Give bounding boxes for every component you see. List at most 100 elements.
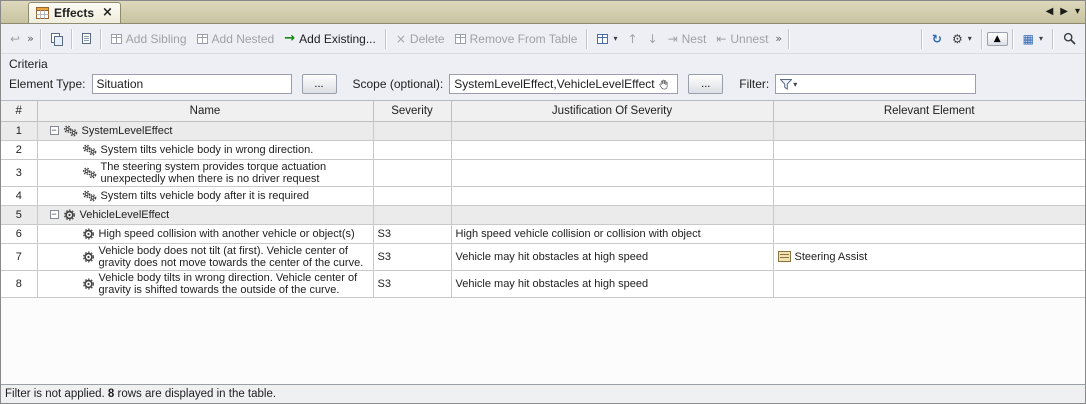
search-icon	[1063, 32, 1076, 45]
delete-label: Delete	[410, 32, 445, 46]
add-sibling-button[interactable]: Add Sibling	[106, 30, 192, 48]
relevant-element-cell[interactable]: Steering Assist	[773, 243, 1085, 270]
name-cell[interactable]: High speed collision with another vehicl…	[37, 224, 373, 243]
justification-cell[interactable]: Vehicle may hit obstacles at high speed	[451, 270, 773, 297]
system-effect-icon	[82, 190, 97, 202]
document-button[interactable]	[77, 31, 96, 46]
remove-from-table-icon	[455, 34, 466, 44]
move-down-button[interactable]: ↓	[643, 30, 663, 48]
toolbar-separator	[921, 29, 923, 49]
tab-close-icon[interactable]: ×	[102, 8, 113, 18]
justification-cell[interactable]	[451, 140, 773, 159]
column-header-name[interactable]: Name	[37, 101, 373, 121]
table-row[interactable]: 6High speed collision with another vehic…	[1, 224, 1085, 243]
move-up-button[interactable]: ↑	[622, 30, 642, 48]
name-cell[interactable]: −VehicleLevelEffect	[37, 205, 373, 224]
chevron-down-icon: ▾	[1039, 34, 1043, 43]
filter-dropdown-icon[interactable]: ▾	[793, 80, 797, 89]
justification-cell[interactable]	[451, 121, 773, 140]
justification-cell[interactable]	[451, 205, 773, 224]
relevant-element-cell[interactable]	[773, 186, 1085, 205]
scope-browse-button[interactable]: ...	[688, 74, 723, 94]
severity-cell[interactable]	[373, 186, 451, 205]
next-tab-icon[interactable]: ▶	[1060, 6, 1068, 17]
show-columns-button[interactable]: ▾	[592, 32, 622, 46]
filter-input[interactable]: ▾	[775, 74, 976, 94]
justification-cell[interactable]: High speed vehicle collision or collisio…	[451, 224, 773, 243]
copy-button[interactable]	[46, 31, 67, 47]
justification-cell[interactable]: Vehicle may hit obstacles at high speed	[451, 243, 773, 270]
severity-cell[interactable]	[373, 159, 451, 186]
element-type-input[interactable]: Situation	[92, 74, 292, 94]
relevant-element-cell[interactable]	[773, 224, 1085, 243]
table-row[interactable]: 1−SystemLevelEffect	[1, 121, 1085, 140]
options-gear-button[interactable]: ⚙ ▾	[947, 30, 977, 48]
severity-cell[interactable]	[373, 140, 451, 159]
vehicle-effect-icon	[63, 209, 76, 221]
relevant-element-name: Steering Assist	[795, 251, 868, 263]
toolbar-separator	[1052, 29, 1054, 49]
add-existing-button[interactable]: → Add Existing...	[279, 30, 381, 48]
severity-cell[interactable]: S3	[373, 224, 451, 243]
row-number: 3	[1, 159, 37, 186]
status-bar: Filter is not applied. 8 rows are displa…	[1, 384, 1085, 403]
table-view-button[interactable]: ▦ ▾	[1018, 30, 1048, 48]
tab-effects[interactable]: Effects ×	[28, 2, 121, 23]
nest-button[interactable]: ⇥ Nest	[663, 30, 712, 48]
table-row[interactable]: 7Vehicle body does not tilt (at first). …	[1, 243, 1085, 270]
relevant-element-cell[interactable]	[773, 205, 1085, 224]
effects-table: # Name Severity Justification Of Severit…	[1, 101, 1085, 298]
name-cell[interactable]: Vehicle body does not tilt (at first). V…	[37, 243, 373, 270]
scope-input[interactable]: SystemLevelEffect,VehicleLevelEffect	[449, 74, 678, 94]
name-cell[interactable]: System tilts vehicle body after it is re…	[37, 186, 373, 205]
unnest-button[interactable]: ⇤ Unnest	[711, 30, 773, 48]
relevant-element-cell[interactable]	[773, 270, 1085, 297]
toolbar-overflow-icon[interactable]: »	[773, 32, 784, 45]
table-row[interactable]: 8Vehicle body tilts in wrong direction. …	[1, 270, 1085, 297]
toolbar-overflow-icon[interactable]: »	[25, 32, 36, 45]
relevant-element-cell[interactable]	[773, 159, 1085, 186]
collapse-criteria-button[interactable]: ▲	[987, 32, 1008, 46]
previous-tab-icon[interactable]: ◀	[1046, 6, 1054, 17]
tab-list-icon[interactable]: ▾	[1075, 6, 1080, 17]
delete-icon: ×	[396, 32, 406, 46]
remove-from-table-button[interactable]: Remove From Table	[450, 30, 583, 48]
refresh-button[interactable]: ↻	[927, 30, 947, 48]
severity-cell[interactable]: S3	[373, 243, 451, 270]
element-type-browse-button[interactable]: ...	[302, 74, 337, 94]
table-row[interactable]: 4System tilts vehicle body after it is r…	[1, 186, 1085, 205]
relevant-element-cell[interactable]	[773, 140, 1085, 159]
table-row[interactable]: 5−VehicleLevelEffect	[1, 205, 1085, 224]
column-header-relevant-element[interactable]: Relevant Element	[773, 101, 1085, 121]
delete-button[interactable]: × Delete	[391, 30, 450, 48]
add-nested-button[interactable]: Add Nested	[192, 30, 280, 48]
collapse-icon[interactable]: −	[50, 210, 59, 219]
nest-label: Nest	[682, 32, 707, 46]
element-type-label: Element Type:	[9, 77, 86, 91]
name-cell[interactable]: System tilts vehicle body in wrong direc…	[37, 140, 373, 159]
column-header-number[interactable]: #	[1, 101, 37, 121]
element-name: The steering system provides torque actu…	[101, 161, 369, 185]
grid-icon: ▦	[1023, 32, 1034, 46]
justification-cell[interactable]	[451, 159, 773, 186]
table-row[interactable]: 3 The steering system provides torque act…	[1, 159, 1085, 186]
chevron-down-icon: ▾	[613, 34, 617, 43]
element-name: SystemLevelEffect	[82, 125, 173, 137]
severity-cell[interactable]: S3	[373, 270, 451, 297]
name-cell[interactable]: Vehicle body tilts in wrong direction. V…	[37, 270, 373, 297]
collapse-icon[interactable]: −	[50, 126, 59, 135]
name-cell[interactable]: − SystemLevelEffect	[37, 121, 373, 140]
justification-cell[interactable]	[451, 186, 773, 205]
search-button[interactable]	[1058, 30, 1081, 47]
severity-cell[interactable]	[373, 121, 451, 140]
column-header-severity[interactable]: Severity	[373, 101, 451, 121]
filter-funnel-icon[interactable]	[780, 79, 792, 90]
table-row[interactable]: 2System tilts vehicle body in wrong dire…	[1, 140, 1085, 159]
back-button[interactable]: ↩	[5, 30, 25, 48]
add-existing-label: Add Existing...	[299, 32, 376, 46]
relevant-element-cell[interactable]	[773, 121, 1085, 140]
column-header-justification[interactable]: Justification Of Severity	[451, 101, 773, 121]
severity-cell[interactable]	[373, 205, 451, 224]
row-number: 7	[1, 243, 37, 270]
name-cell[interactable]: The steering system provides torque actu…	[37, 159, 373, 186]
